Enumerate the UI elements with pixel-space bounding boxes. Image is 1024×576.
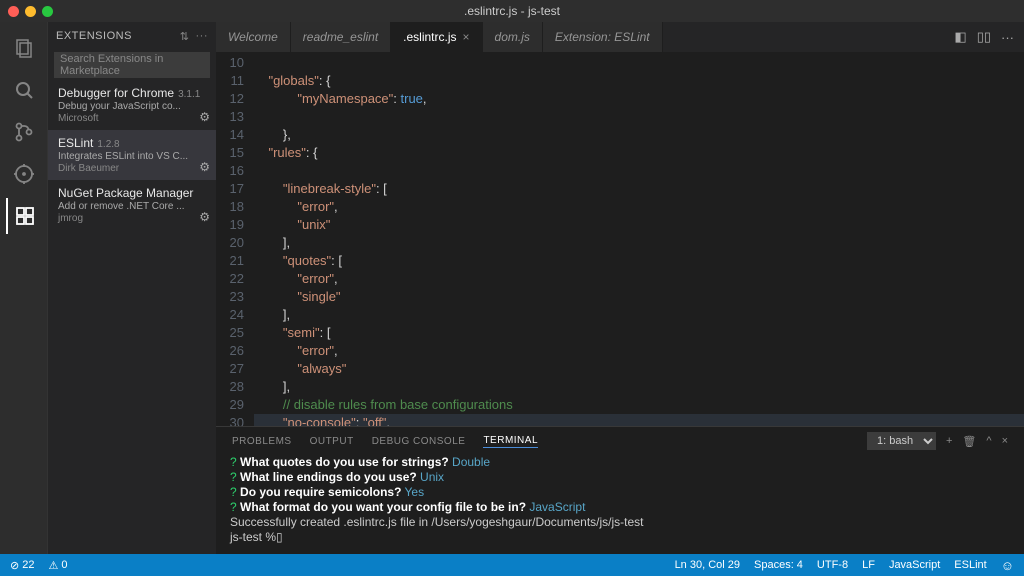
feedback-icon[interactable]: ☺ [1001, 558, 1014, 573]
editor-area: Welcome readme_eslint .eslintrc.js × dom.… [216, 22, 1024, 554]
status-warnings-count: 0 [61, 559, 67, 571]
status-spaces[interactable]: Spaces: 4 [754, 558, 803, 573]
code-content[interactable]: "globals": { "myNamespace": true, }, "ru… [254, 52, 1024, 426]
maximize-panel-icon[interactable]: ^ [986, 435, 991, 447]
extension-desc: Debug your JavaScript co... [58, 101, 206, 112]
panel-tab-debug-console[interactable]: DEBUG CONSOLE [372, 436, 466, 447]
extension-version: 1.2.8 [97, 139, 119, 150]
status-eol[interactable]: LF [862, 558, 875, 573]
tab-label: Extension: ESLint [555, 30, 650, 44]
status-warnings[interactable]: ⚠0 [48, 559, 67, 572]
gear-icon[interactable]: ⚙ [199, 110, 210, 124]
extension-item-eslint[interactable]: ESLint 1.2.8 Integrates ESLint into VS C.… [48, 130, 216, 180]
extension-desc: Add or remove .NET Core ... [58, 201, 206, 212]
title-bar: .eslintrc.js - js-test [0, 0, 1024, 22]
gear-icon[interactable]: ⚙ [199, 210, 210, 224]
tab-more-icon[interactable]: ··· [1001, 30, 1014, 45]
column-layout-icon[interactable]: ▯▯ [977, 29, 991, 45]
tab-label: dom.js [495, 30, 530, 44]
panel-tabs: PROBLEMS OUTPUT DEBUG CONSOLE TERMINAL 1… [216, 427, 1024, 455]
extension-item-nuget[interactable]: NuGet Package Manager Add or remove .NET… [48, 180, 216, 230]
editor-tabs-row: Welcome readme_eslint .eslintrc.js × dom.… [216, 22, 1024, 52]
search-icon[interactable] [6, 72, 42, 108]
status-errors[interactable]: ⊘22 [10, 559, 34, 572]
extension-item-debugger-chrome[interactable]: Debugger for Chrome 3.1.1 Debug your Java… [48, 80, 216, 130]
status-encoding[interactable]: UTF-8 [817, 558, 848, 573]
panel-tab-terminal[interactable]: TERMINAL [483, 435, 538, 448]
extension-title: NuGet Package Manager [58, 186, 193, 200]
close-panel-icon[interactable]: × [1002, 435, 1008, 447]
split-editor-icon[interactable]: ◧ [954, 29, 966, 45]
kill-terminal-icon[interactable]: 🗑 [962, 435, 976, 448]
editor-body[interactable]: 1011121314151617181920212223242526272829… [216, 52, 1024, 426]
panel-tab-output[interactable]: OUTPUT [310, 436, 354, 447]
zoom-window-icon[interactable] [42, 6, 53, 17]
status-language[interactable]: JavaScript [889, 558, 940, 573]
gear-icon[interactable]: ⚙ [199, 160, 210, 174]
extensions-sidebar: EXTENSIONS ⇅ ··· Search Extensions in Ma… [48, 22, 216, 554]
activity-bar [0, 22, 48, 554]
status-bar: ⊘22 ⚠0 Ln 30, Col 29 Spaces: 4 UTF-8 LF … [0, 554, 1024, 576]
traffic-lights [0, 6, 53, 17]
status-eslint[interactable]: ESLint [954, 558, 986, 573]
sidebar-heading: EXTENSIONS ⇅ ··· [48, 22, 216, 50]
warning-icon: ⚠ [48, 559, 58, 572]
filter-icon[interactable]: ⇅ [180, 30, 190, 43]
tab-label: readme_eslint [303, 30, 378, 44]
tab-extension-eslint[interactable]: Extension: ESLint [543, 22, 663, 52]
extension-title: ESLint [58, 136, 93, 150]
tab-label: Welcome [228, 30, 278, 44]
status-ln-col[interactable]: Ln 30, Col 29 [675, 558, 740, 573]
tab-eslintrc[interactable]: .eslintrc.js × [391, 22, 482, 52]
extensions-icon[interactable] [6, 198, 42, 234]
source-control-icon[interactable] [6, 114, 42, 150]
tab-readme-eslint[interactable]: readme_eslint [291, 22, 391, 52]
panel-tab-problems[interactable]: PROBLEMS [232, 436, 292, 447]
extension-version: 3.1.1 [178, 89, 200, 100]
window-title: .eslintrc.js - js-test [464, 4, 560, 18]
explorer-icon[interactable] [6, 30, 42, 66]
tab-label: .eslintrc.js [403, 30, 456, 44]
line-gutter: 1011121314151617181920212223242526272829… [216, 52, 254, 426]
status-errors-count: 22 [22, 559, 34, 571]
extensions-search-input[interactable]: Search Extensions in Marketplace [54, 52, 210, 78]
extension-publisher: Dirk Baeumer [58, 163, 206, 174]
debug-icon[interactable] [6, 156, 42, 192]
new-terminal-icon[interactable]: + [946, 435, 952, 447]
terminal-select[interactable]: 1: bash [867, 432, 936, 450]
extension-title: Debugger for Chrome [58, 86, 174, 100]
extension-publisher: jmrog [58, 213, 206, 224]
close-window-icon[interactable] [8, 6, 19, 17]
more-icon[interactable]: ··· [196, 30, 209, 43]
close-icon[interactable]: × [463, 30, 470, 44]
terminal-body[interactable]: ? What quotes do you use for strings? Do… [216, 455, 1024, 554]
extension-desc: Integrates ESLint into VS C... [58, 151, 206, 162]
minimize-window-icon[interactable] [25, 6, 36, 17]
error-icon: ⊘ [10, 559, 19, 572]
tab-dom[interactable]: dom.js [483, 22, 543, 52]
tab-welcome[interactable]: Welcome [216, 22, 291, 52]
sidebar-heading-label: EXTENSIONS [56, 30, 132, 42]
extension-publisher: Microsoft [58, 113, 206, 124]
bottom-panel: PROBLEMS OUTPUT DEBUG CONSOLE TERMINAL 1… [216, 426, 1024, 554]
